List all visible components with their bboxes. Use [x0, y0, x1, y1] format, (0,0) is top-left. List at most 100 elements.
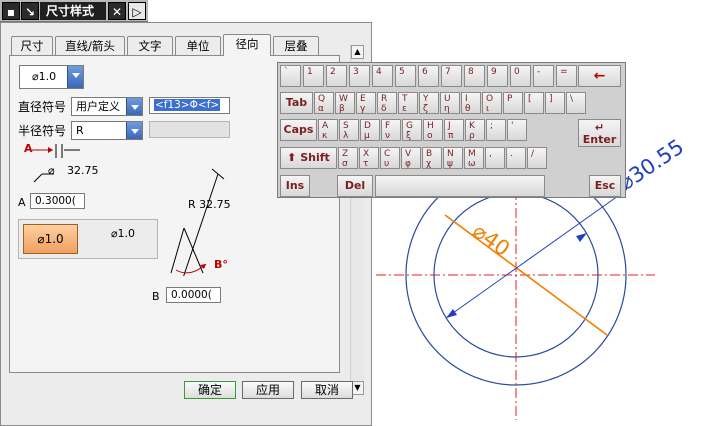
key-bottom-char: μ	[364, 131, 370, 141]
ins-key[interactable]: Ins	[280, 175, 310, 197]
backspace-key[interactable]: ←	[578, 65, 621, 87]
key-9[interactable]: 8	[464, 65, 485, 87]
key-10[interactable]: P	[503, 92, 523, 114]
key-top-char: `	[284, 67, 289, 77]
key-6[interactable]: Yζ	[419, 92, 439, 114]
key-bottom-char: ρ	[469, 131, 475, 141]
option-style-1-button[interactable]: ⌀1.0	[23, 224, 78, 254]
tab-line-arrow[interactable]: 直线/箭头	[55, 36, 125, 55]
key-8[interactable]: ,	[485, 147, 505, 169]
key-10[interactable]: 9	[487, 65, 508, 87]
key-12[interactable]: ]	[545, 92, 565, 114]
radial-style-combo[interactable]: ⌀1.0	[19, 65, 84, 89]
key-8[interactable]: Kρ	[465, 119, 485, 141]
tab-stacking[interactable]: 层叠	[273, 36, 319, 55]
b-value-field[interactable]: 0.0000(	[166, 287, 221, 303]
tab-radial[interactable]: 径向	[223, 34, 271, 56]
tab-text[interactable]: 文字	[127, 36, 173, 55]
scroll-up-arrow-icon[interactable]: ▲	[351, 45, 364, 59]
chevron-down-icon[interactable]	[126, 122, 142, 139]
key-top-char: Q	[318, 94, 326, 104]
key-top-char: D	[364, 121, 371, 131]
chevron-down-icon[interactable]	[67, 66, 83, 88]
dim-arrow-right	[576, 233, 587, 242]
key-9[interactable]: .	[506, 147, 526, 169]
caps-key[interactable]: Caps	[280, 119, 317, 141]
key-bottom-char: σ	[342, 159, 348, 169]
key-2[interactable]: Sλ	[339, 119, 359, 141]
key-10[interactable]: /	[527, 147, 547, 169]
key-5[interactable]: Tε	[398, 92, 418, 114]
shift-key[interactable]: ⬆ Shift	[280, 147, 337, 169]
apply-button[interactable]: 应用	[242, 381, 294, 399]
diameter-symbol-select[interactable]: 用户定义	[71, 97, 143, 116]
key-bottom-char: ε	[402, 104, 407, 114]
key-4[interactable]: Fν	[381, 119, 401, 141]
key-top-char: 6	[422, 67, 428, 77]
key-top-char: R	[381, 94, 388, 104]
space-key[interactable]	[375, 175, 545, 197]
key-bottom-char: α	[318, 104, 324, 114]
key-3[interactable]: Dμ	[360, 119, 380, 141]
key-6[interactable]: 5	[395, 65, 416, 87]
key-10[interactable]: '	[507, 119, 527, 141]
key-top-char: P	[507, 94, 513, 104]
key-2[interactable]: Xτ	[359, 147, 379, 169]
radial-style-value: ⌀1.0	[32, 70, 57, 83]
key-4[interactable]: Vφ	[401, 147, 421, 169]
key-13[interactable]: \	[566, 92, 586, 114]
cancel-button[interactable]: 取消	[301, 381, 353, 399]
key-6[interactable]: Nψ	[443, 147, 463, 169]
radius-symbol-select[interactable]: R	[71, 121, 143, 140]
ok-button[interactable]: 确定	[184, 381, 236, 399]
key-11[interactable]: [	[524, 92, 544, 114]
key-top-char: T	[402, 94, 408, 104]
key-1[interactable]: `	[280, 65, 301, 87]
key-top-char: C	[384, 149, 391, 159]
key-6[interactable]: Hο	[423, 119, 443, 141]
key-top-char: B	[426, 149, 433, 159]
key-4[interactable]: 3	[349, 65, 370, 87]
key-top-char: H	[427, 121, 434, 131]
key-5[interactable]: 4	[372, 65, 393, 87]
key-8[interactable]: 7	[441, 65, 462, 87]
key-7[interactable]: Uη	[440, 92, 460, 114]
tab-dimension[interactable]: 尺寸	[11, 36, 53, 55]
key-11[interactable]: 0	[510, 65, 531, 87]
enter-key[interactable]: ↵ Enter	[578, 119, 621, 147]
option-style-2-button[interactable]: ⌀1.0	[93, 226, 153, 248]
key-2[interactable]: 1	[303, 65, 324, 87]
key-top-char: -	[537, 67, 541, 77]
key-7[interactable]: 6	[418, 65, 439, 87]
key-9[interactable]: Oι	[482, 92, 502, 114]
key-9[interactable]: ;	[486, 119, 506, 141]
key-13[interactable]: =	[556, 65, 577, 87]
key-3[interactable]: Cυ	[380, 147, 400, 169]
key-bottom-char: θ	[465, 104, 471, 114]
esc-key[interactable]: Esc	[589, 175, 621, 197]
key-2[interactable]: Wβ	[335, 92, 355, 114]
key-12[interactable]: -	[533, 65, 554, 87]
key-top-char: K	[469, 121, 475, 131]
key-1[interactable]: Zσ	[338, 147, 358, 169]
key-top-char: A	[322, 121, 329, 131]
diameter-symbol-text[interactable]: <f13>Φ<f>	[149, 97, 230, 114]
key-5[interactable]: Bχ	[422, 147, 442, 169]
key-bottom-char: τ	[363, 159, 369, 169]
key-3[interactable]: 2	[326, 65, 347, 87]
a-value-field[interactable]: 0.3000(	[30, 193, 85, 209]
tab-unit[interactable]: 单位	[175, 36, 221, 55]
key-7[interactable]: Jπ	[444, 119, 464, 141]
chevron-down-icon[interactable]	[126, 98, 142, 115]
key-5[interactable]: Gξ	[402, 119, 422, 141]
del-key[interactable]: Del	[337, 175, 373, 197]
key-1[interactable]: Qα	[314, 92, 334, 114]
diameter-text-selection: <f13>Φ<f>	[154, 99, 221, 111]
key-top-char: /	[531, 149, 535, 159]
key-7[interactable]: Mω	[464, 147, 484, 169]
key-1[interactable]: Aκ	[318, 119, 338, 141]
tab-key[interactable]: Tab	[280, 92, 313, 114]
key-3[interactable]: Eγ	[356, 92, 376, 114]
key-8[interactable]: Iθ	[461, 92, 481, 114]
key-4[interactable]: Rδ	[377, 92, 397, 114]
